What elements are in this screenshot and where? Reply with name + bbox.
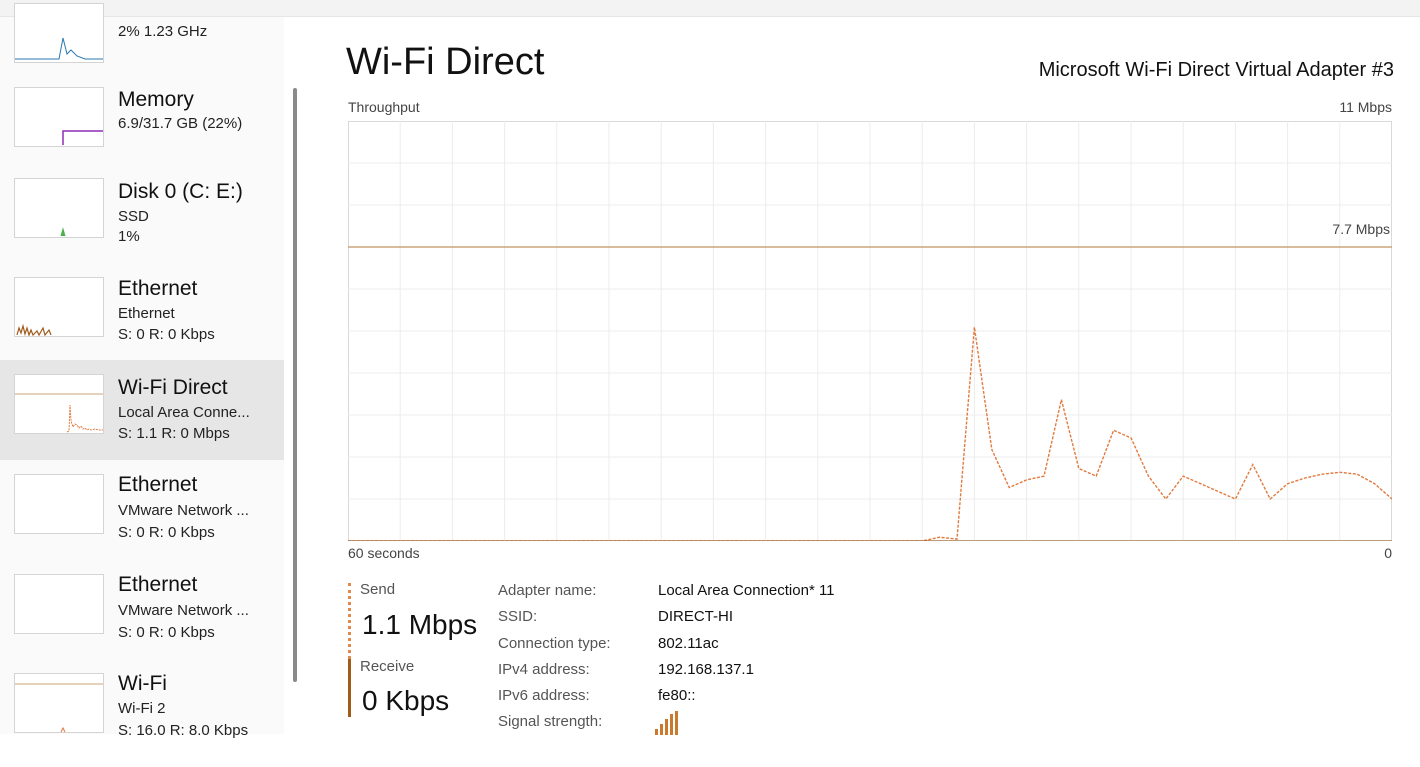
- chart-label: Throughput: [348, 99, 420, 115]
- ssid-value: DIRECT-HI: [658, 608, 733, 625]
- sidebar-item-ethernet-2[interactable]: Ethernet VMware Network ... S: 0 R: 0 Kb…: [0, 472, 284, 570]
- sidebar-item-wifi-direct-rate: S: 1.1 R: 0 Mbps: [118, 425, 230, 442]
- sidebar-item-ethernet-1-name: Ethernet: [118, 305, 175, 322]
- sidebar-item-ethernet-1[interactable]: Ethernet Ethernet S: 0 R: 0 Kbps: [0, 275, 284, 373]
- sidebar-item-wifi-title: Wi-Fi: [118, 672, 167, 695]
- sidebar-item-wifi-name: Wi-Fi 2: [118, 700, 166, 717]
- x-axis-left-label: 60 seconds: [348, 545, 420, 561]
- sidebar-item-ethernet-1-rate: S: 0 R: 0 Kbps: [118, 326, 215, 343]
- connection-type-value: 802.11ac: [658, 635, 719, 652]
- receive-series-marker: [348, 659, 351, 717]
- send-value: 1.1 Mbps: [362, 609, 478, 640]
- ipv6-label: IPv6 address:: [498, 687, 590, 704]
- cpu-thumbnail: [14, 3, 104, 63]
- sidebar-item-ethernet-2-name: VMware Network ...: [118, 502, 249, 519]
- sidebar-item-cpu[interactable]: 2% 1.23 GHz: [0, 0, 284, 85]
- adapter-description: Microsoft Wi-Fi Direct Virtual Adapter #…: [1038, 59, 1394, 81]
- disk-thumbnail: [14, 178, 104, 238]
- performance-sidebar: 2% 1.23 GHz Memory 6.9/31.7 GB (22%) Dis…: [0, 3, 284, 739]
- sidebar-item-wifi-direct-name: Local Area Conne...: [118, 404, 250, 421]
- sidebar-item-memory-usage: 6.9/31.7 GB (22%): [118, 115, 243, 132]
- throughput-chart: [348, 121, 1392, 541]
- sidebar-item-ethernet-2-rate: S: 0 R: 0 Kbps: [118, 524, 215, 541]
- sidebar-item-cpu-stats: 2% 1.23 GHz: [118, 23, 208, 40]
- signal-strength-icon: [655, 711, 678, 735]
- sidebar-item-memory-title: Memory: [118, 88, 194, 111]
- sidebar-item-disk-type: SSD: [118, 208, 149, 225]
- send-series-marker: [348, 583, 351, 659]
- receive-label: Receive: [360, 658, 415, 675]
- sidebar-item-wifi-direct[interactable]: Wi-Fi Direct Local Area Conne... S: 1.1 …: [0, 360, 284, 460]
- sidebar-item-ethernet-3-rate: S: 0 R: 0 Kbps: [118, 624, 215, 641]
- sidebar-item-ethernet-3-name: VMware Network ...: [118, 602, 249, 619]
- sidebar-item-disk[interactable]: Disk 0 (C: E:) SSD 1%: [0, 176, 284, 274]
- throughput-chart-svg: [348, 121, 1392, 541]
- sidebar-item-memory[interactable]: Memory 6.9/31.7 GB (22%): [0, 85, 284, 183]
- sidebar-item-wifi-direct-title: Wi-Fi Direct: [118, 376, 228, 399]
- sidebar-item-wifi[interactable]: Wi-Fi Wi-Fi 2 S: 16.0 R: 8.0 Kbps: [0, 669, 284, 767]
- wifi-thumbnail: [14, 673, 104, 733]
- sidebar-item-ethernet-1-title: Ethernet: [118, 277, 198, 300]
- reference-line-label: 7.7 Mbps: [1332, 221, 1390, 237]
- ethernet-2-thumbnail: [14, 474, 104, 534]
- adapter-name-value: Local Area Connection* 11: [658, 582, 835, 599]
- sidebar-item-disk-usage: 1%: [118, 228, 140, 245]
- sidebar-item-wifi-rate: S: 16.0 R: 8.0 Kbps: [118, 722, 249, 739]
- ethernet-1-thumbnail: [14, 277, 104, 337]
- ipv6-value: fe80::: [658, 687, 696, 704]
- sidebar-item-ethernet-3[interactable]: Ethernet VMware Network ... S: 0 R: 0 Kb…: [0, 572, 284, 670]
- connection-type-label: Connection type:: [498, 635, 611, 652]
- page-title: Wi-Fi Direct: [346, 41, 545, 83]
- send-label: Send: [360, 581, 396, 598]
- ssid-label: SSID:: [498, 608, 538, 625]
- wifi-direct-thumbnail: [14, 374, 104, 434]
- x-axis-right-label: 0: [1384, 545, 1392, 561]
- ipv4-value: 192.168.137.1: [658, 661, 754, 678]
- sidebar-item-disk-title: Disk 0 (C: E:): [118, 180, 243, 203]
- signal-strength-label: Signal strength:: [498, 713, 603, 730]
- sidebar-item-ethernet-2-title: Ethernet: [118, 473, 198, 496]
- sidebar-item-ethernet-3-title: Ethernet: [118, 573, 198, 596]
- ipv4-label: IPv4 address:: [498, 661, 590, 678]
- memory-thumbnail: [14, 87, 104, 147]
- sidebar-scrollbar[interactable]: [293, 88, 297, 682]
- adapter-name-label: Adapter name:: [498, 582, 597, 599]
- ethernet-3-thumbnail: [14, 574, 104, 634]
- receive-value: 0 Kbps: [362, 685, 450, 716]
- main-panel: Wi-Fi Direct Microsoft Wi-Fi Direct Virt…: [300, 17, 1420, 735]
- chart-max-label: 11 Mbps: [1339, 99, 1392, 115]
